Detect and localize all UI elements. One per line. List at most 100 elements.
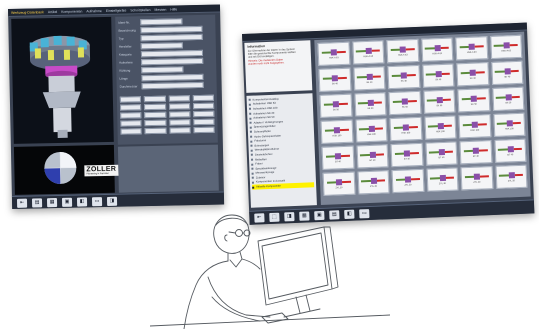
component-tile[interactable]: SK 40 <box>490 60 524 86</box>
tree-node-icon <box>250 144 253 147</box>
toolbar-icon[interactable]: ⇤ <box>16 198 28 208</box>
component-grid: HSK-A 63 HSK-A 63 HSK-A 63 HSK-A 63 HSK-A 63… <box>314 31 531 205</box>
text-field[interactable] <box>140 33 203 41</box>
component-tile[interactable]: HSK 100 <box>320 119 353 144</box>
component-tile[interactable]: HSK 100 <box>423 115 457 140</box>
tool-component-icon <box>496 93 520 100</box>
component-tile[interactable]: SK 40 <box>387 64 420 90</box>
tool-tip <box>513 147 522 150</box>
value-field[interactable] <box>144 95 166 103</box>
tile-label: BT 40 <box>335 160 341 163</box>
text-field[interactable] <box>140 49 204 57</box>
value-field[interactable] <box>193 126 215 134</box>
value-field[interactable] <box>168 103 190 110</box>
value-field[interactable] <box>192 110 215 118</box>
component-tile[interactable]: HSK 100 <box>389 116 422 142</box>
component-tile[interactable]: SK 40 <box>318 67 351 92</box>
toolbar-icon[interactable]: ◨ <box>106 196 118 206</box>
component-tile[interactable]: SK 40 <box>421 63 455 88</box>
tab-item[interactable]: Artikel <box>48 9 58 13</box>
tool-tip <box>371 48 380 52</box>
value-field[interactable] <box>168 119 191 126</box>
component-tile[interactable]: HSK-A 63 <box>420 37 454 62</box>
value-field[interactable] <box>120 112 142 119</box>
tab-item[interactable]: Werkzeug-Datenbank <box>11 10 44 15</box>
component-tile[interactable]: HSK-A 63 <box>489 34 523 60</box>
tool-tip <box>376 178 386 182</box>
component-tile[interactable]: ZYL 20 <box>391 168 424 194</box>
component-tile[interactable]: BT 40 <box>459 140 492 165</box>
person-at-computer-illustration <box>150 214 390 329</box>
tab-item[interactable]: Einstellgeräte <box>106 8 127 12</box>
value-field[interactable] <box>120 128 142 135</box>
text-field[interactable] <box>140 17 183 25</box>
tree-item-label: Bohrstangen <box>254 143 270 148</box>
toolbar-icon[interactable]: ▤ <box>31 197 43 208</box>
component-tile[interactable]: HSK-A 63 <box>455 36 488 61</box>
component-tile[interactable]: HSK 100 <box>492 112 526 137</box>
component-tile[interactable]: HSK-A 63 <box>386 38 419 64</box>
value-field[interactable] <box>120 120 142 127</box>
tool-tip <box>339 102 348 105</box>
tree-node-icon <box>249 112 252 115</box>
value-field[interactable] <box>192 94 214 102</box>
toolbar-icon[interactable]: ▭ <box>91 196 103 206</box>
component-tile[interactable]: SK 50 <box>388 90 421 116</box>
tool-3d-view[interactable] <box>11 16 114 144</box>
value-field[interactable] <box>192 102 215 110</box>
toolbar-icon[interactable]: ◧ <box>76 196 88 207</box>
tab-item[interactable]: Messen <box>154 7 166 11</box>
tab-item[interactable]: Aufnahme <box>86 9 102 13</box>
value-field[interactable] <box>144 127 167 135</box>
field-label: Kühlung <box>119 67 131 73</box>
component-tile[interactable]: ZYL 20 <box>494 164 528 189</box>
tab-item[interactable]: Hilfe <box>170 7 177 11</box>
component-tile[interactable]: SK 50 <box>319 93 352 118</box>
value-field[interactable] <box>119 96 142 103</box>
value-field[interactable] <box>120 104 142 111</box>
component-tile[interactable]: BT 40 <box>356 144 389 169</box>
component-tile[interactable]: SK 40 <box>352 66 386 91</box>
component-tile[interactable]: ZYL 20 <box>322 171 356 196</box>
component-tile[interactable]: HSK 100 <box>355 118 388 143</box>
tool-component-icon <box>499 171 523 178</box>
component-tile[interactable]: HSK 100 <box>458 114 491 139</box>
value-field[interactable] <box>144 119 166 127</box>
tab-item[interactable]: Schnittstellen <box>130 8 150 12</box>
component-tile[interactable]: SK 50 <box>422 89 456 114</box>
tool-database-window: Werkzeug-Datenbank Artikel Komponenten Aufn… <box>8 4 225 209</box>
tool-component-icon <box>427 96 451 103</box>
component-tile[interactable]: BT 40 <box>390 142 423 168</box>
text-field[interactable] <box>140 41 183 49</box>
text-field[interactable] <box>141 81 204 89</box>
component-tile[interactable]: ZYL 20 <box>426 167 459 192</box>
field-label: Hersteller <box>118 43 132 49</box>
text-field[interactable] <box>141 65 184 73</box>
tab-item[interactable]: Komponenten <box>61 9 82 13</box>
component-tile[interactable]: SK 50 <box>491 86 525 111</box>
text-field[interactable] <box>141 73 204 81</box>
text-field[interactable] <box>141 57 204 65</box>
tool-component-icon <box>392 97 417 105</box>
value-field[interactable] <box>144 111 166 119</box>
value-field[interactable] <box>169 127 191 134</box>
component-tile[interactable]: BT 40 <box>493 138 527 163</box>
value-field[interactable] <box>144 103 166 111</box>
value-field[interactable] <box>193 118 215 126</box>
component-tile[interactable]: SK 50 <box>353 92 387 117</box>
value-field[interactable] <box>168 111 191 118</box>
text-field[interactable] <box>140 25 203 33</box>
component-tile[interactable]: HSK-A 63 <box>317 41 350 66</box>
tool-component-icon <box>360 151 384 158</box>
toolbar-icon[interactable]: ▣ <box>61 197 73 207</box>
component-tile[interactable]: ZYL 20 <box>357 170 390 195</box>
component-tile[interactable]: HSK-A 63 <box>351 40 385 65</box>
component-tile[interactable]: ZYL 20 <box>460 166 493 191</box>
component-tile[interactable]: BT 40 <box>425 141 458 166</box>
value-field[interactable] <box>168 95 190 102</box>
component-tile[interactable]: SK 50 <box>457 88 490 113</box>
component-tile[interactable]: BT 40 <box>321 145 354 170</box>
component-tile[interactable]: SK 40 <box>456 62 489 87</box>
tile-label: SK 50 <box>332 108 339 111</box>
toolbar-icon[interactable]: ▦ <box>46 197 58 207</box>
